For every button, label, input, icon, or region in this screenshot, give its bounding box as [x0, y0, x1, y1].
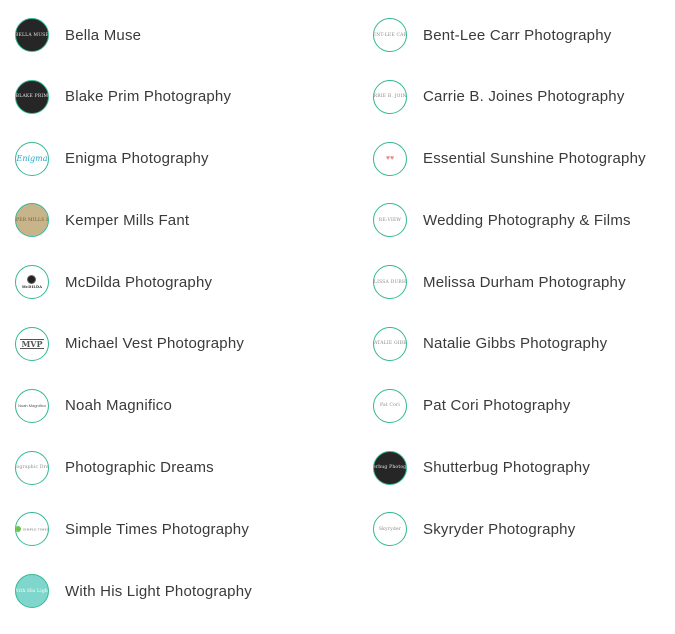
logo-mark: McDILDA — [20, 274, 44, 290]
logo-text: ♥♥ — [385, 155, 395, 163]
vendor-item-simple-times-photography[interactable]: SIMPLE TIMES Simple Times Photography — [15, 510, 252, 548]
vendor-logo-avatar[interactable]: NATALIE GIBBS — [373, 326, 407, 361]
vendor-name-link[interactable]: Shutterbug Photography — [423, 459, 590, 476]
vendor-item-essential-sunshine-photography[interactable]: ♥♥ Essential Sunshine Photography — [373, 140, 646, 178]
vendor-logo-avatar[interactable]: BLAKE PRIM — [15, 79, 49, 114]
logo-text: NATALIE GIBBS — [374, 341, 407, 347]
vendor-item-kemper-mills-fant[interactable]: KEMPER MILLS FANT Kemper Mills Fant — [15, 201, 252, 239]
logo-text: Skyryder — [378, 526, 402, 532]
logo-text: Noah Magnifico — [18, 403, 46, 409]
vendor-logo-avatar[interactable]: Photographic Dreams — [15, 450, 49, 485]
vendor-logo-avatar[interactable]: KEMPER MILLS FANT — [15, 203, 49, 238]
vendor-logo-avatar[interactable]: Noah Magnifico — [15, 388, 49, 423]
vendor-logo-avatar[interactable]: ♥♥ — [373, 141, 407, 176]
vendor-logo-avatar[interactable]: CARRIE B. JOINES — [373, 79, 407, 114]
vendor-item-mcdilda-photography[interactable]: McDILDA McDilda Photography — [15, 263, 252, 301]
logo-text: KEMPER MILLS FANT — [16, 217, 49, 223]
vendor-item-pat-cori-photography[interactable]: Pat Cori Pat Cori Photography — [373, 387, 646, 425]
vendor-logo-avatar[interactable]: Enigma — [15, 141, 49, 176]
vendor-name-link[interactable]: Michael Vest Photography — [65, 335, 244, 352]
vendor-logo-avatar[interactable]: Shutterbug Photography — [373, 450, 407, 485]
vendor-logo-avatar[interactable]: With His Light — [15, 574, 49, 609]
logo-text: SIMPLE TIMES — [22, 527, 49, 532]
logo-text: With His Light — [15, 588, 49, 594]
logo-text: Enigma — [16, 154, 48, 164]
vendor-name-link[interactable]: Carrie B. Joines Photography — [423, 88, 625, 105]
vendor-item-bella-muse[interactable]: BELLA MUSE Bella Muse — [15, 16, 252, 54]
camera-icon — [27, 274, 37, 284]
vendor-logo-avatar[interactable]: MVP — [15, 326, 49, 361]
vendor-item-skyryder-photography[interactable]: Skyryder Skyryder Photography — [373, 510, 646, 548]
vendor-name-link[interactable]: McDilda Photography — [65, 274, 212, 291]
vendor-item-shutterbug-photography[interactable]: Shutterbug Photography Shutterbug Photogr… — [373, 449, 646, 487]
vendor-logo-avatar[interactable]: RE:VIEW — [373, 203, 407, 238]
logo-text: RE:VIEW — [378, 217, 402, 223]
vendor-logo-avatar[interactable]: Skyryder — [373, 512, 407, 547]
vendor-name-link[interactable]: Bella Muse — [65, 27, 141, 44]
vendor-logo-avatar[interactable]: SIMPLE TIMES — [15, 512, 49, 547]
green-dot-icon — [16, 526, 21, 533]
vendor-name-link[interactable]: Noah Magnifico — [65, 397, 172, 414]
vendor-item-noah-magnifico[interactable]: Noah Magnifico Noah Magnifico — [15, 387, 252, 425]
vendor-logo-avatar[interactable]: BELLA MUSE — [15, 18, 49, 52]
logo-text: Photographic Dreams — [15, 465, 49, 471]
logo-text: CARRIE B. JOINES — [373, 94, 407, 100]
vendor-logo-avatar[interactable]: McDILDA — [15, 265, 49, 300]
logo-text: BELLA MUSE — [15, 32, 49, 38]
vendor-name-link[interactable]: Essential Sunshine Photography — [423, 150, 646, 167]
logo-text: Shutterbug Photography — [373, 465, 407, 471]
logo-text: Pat Cori — [379, 403, 401, 409]
vendor-column-right: BENT-LEE CARR Bent-Lee Carr Photography CA… — [373, 16, 646, 572]
vendor-name-link[interactable]: Melissa Durham Photography — [423, 274, 626, 291]
vendor-logo-avatar[interactable]: MELISSA DURHAM — [373, 265, 407, 300]
logo-mark: SIMPLE TIMES — [16, 526, 49, 533]
logo-text: MELISSA DURHAM — [373, 279, 407, 285]
vendor-item-blake-prim-photography[interactable]: BLAKE PRIM Blake Prim Photography — [15, 78, 252, 116]
vendor-name-link[interactable]: Simple Times Photography — [65, 521, 249, 538]
vendor-logo-avatar[interactable]: BENT-LEE CARR — [373, 18, 407, 52]
vendor-name-link[interactable]: Bent-Lee Carr Photography — [423, 27, 611, 44]
vendor-name-link[interactable]: Photographic Dreams — [65, 459, 214, 476]
logo-text: BLAKE PRIM — [15, 94, 49, 100]
vendor-item-natalie-gibbs-photography[interactable]: NATALIE GIBBS Natalie Gibbs Photography — [373, 325, 646, 363]
vendor-item-with-his-light-photography[interactable]: With His Light With His Light Photography — [15, 572, 252, 610]
vendor-name-link[interactable]: Wedding Photography & Films — [423, 212, 631, 229]
vendor-grid: BELLA MUSE Bella Muse BLAKE PRIM Blake Prim… — [0, 0, 675, 619]
vendor-item-enigma-photography[interactable]: Enigma Enigma Photography — [15, 140, 252, 178]
vendor-column-left: BELLA MUSE Bella Muse BLAKE PRIM Blake Prim… — [15, 16, 252, 634]
vendor-name-link[interactable]: Pat Cori Photography — [423, 397, 570, 414]
vendor-name-link[interactable]: Kemper Mills Fant — [65, 212, 189, 229]
vendor-logo-avatar[interactable]: Pat Cori — [373, 388, 407, 423]
logo-text: BENT-LEE CARR — [373, 32, 407, 38]
logo-text: McDILDA — [21, 284, 43, 289]
vendor-name-link[interactable]: With His Light Photography — [65, 583, 252, 600]
logo-text: MVP — [20, 338, 44, 349]
vendor-item-carrie-b-joines-photography[interactable]: CARRIE B. JOINES Carrie B. Joines Photogr… — [373, 78, 646, 116]
vendor-item-photographic-dreams[interactable]: Photographic Dreams Photographic Dreams — [15, 449, 252, 487]
vendor-name-link[interactable]: Natalie Gibbs Photography — [423, 335, 607, 352]
vendor-item-bent-lee-carr-photography[interactable]: BENT-LEE CARR Bent-Lee Carr Photography — [373, 16, 646, 54]
vendor-name-link[interactable]: Blake Prim Photography — [65, 88, 231, 105]
vendor-item-wedding-photography-and-films[interactable]: RE:VIEW Wedding Photography & Films — [373, 201, 646, 239]
vendor-item-melissa-durham-photography[interactable]: MELISSA DURHAM Melissa Durham Photography — [373, 263, 646, 301]
vendor-name-link[interactable]: Enigma Photography — [65, 150, 209, 167]
vendor-name-link[interactable]: Skyryder Photography — [423, 521, 575, 538]
vendor-item-michael-vest-photography[interactable]: MVP Michael Vest Photography — [15, 325, 252, 363]
